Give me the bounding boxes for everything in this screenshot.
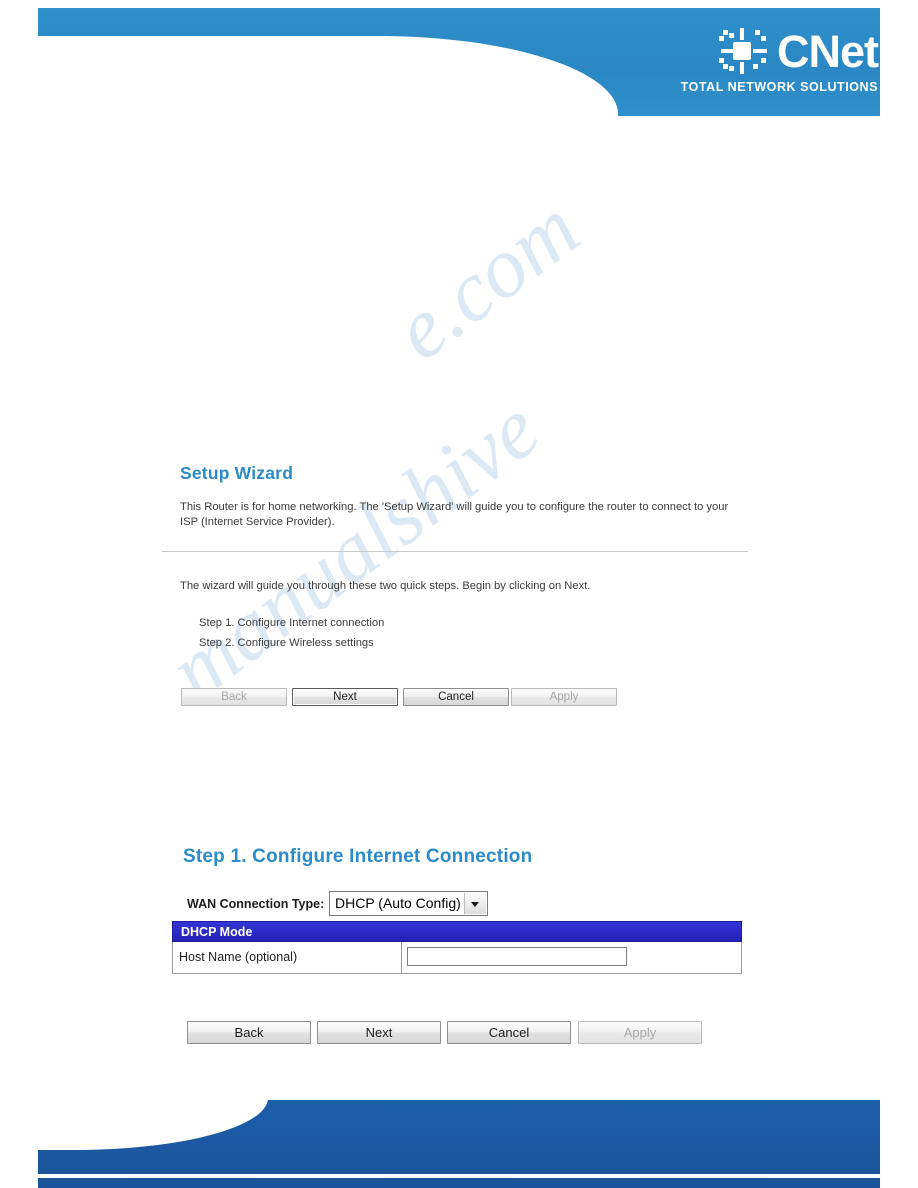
page-header: CNet TOTAL NETWORK SOLUTIONS [0, 0, 918, 125]
cnet-logo-mark-icon [718, 28, 771, 74]
footer-white-gap [38, 1174, 880, 1178]
wizard-apply-button[interactable]: Apply [511, 688, 617, 706]
watermark-overlay: e.com manualshive [0, 0, 918, 1188]
setup-wizard-intro: This Router is for home networking. The … [180, 501, 729, 528]
step1-apply-button[interactable]: Apply [578, 1021, 702, 1044]
step1-cancel-button[interactable]: Cancel [447, 1021, 571, 1044]
wan-connection-type-select[interactable]: DHCP (Auto Config) [329, 891, 488, 916]
chevron-down-icon[interactable] [464, 893, 486, 914]
host-name-label: Host Name (optional) [173, 942, 402, 973]
wizard-step-2-label: Step 2. Configure Wireless settings [199, 637, 374, 649]
section-divider [162, 551, 748, 552]
host-name-input[interactable] [407, 947, 627, 966]
wizard-cancel-button[interactable]: Cancel [403, 688, 509, 706]
setup-wizard-title: Setup Wizard [180, 463, 294, 483]
watermark-line-1: e.com [376, 179, 597, 379]
dhcp-mode-table: DHCP Mode Host Name (optional) [172, 921, 742, 974]
step1-back-button[interactable]: Back [187, 1021, 311, 1044]
brand-tagline: TOTAL NETWORK SOLUTIONS [680, 80, 878, 94]
brand-logo: CNet TOTAL NETWORK SOLUTIONS [680, 25, 879, 94]
wizard-step-1-label: Step 1. Configure Internet connection [199, 617, 385, 629]
host-name-cell [402, 942, 741, 973]
page-footer [0, 1088, 918, 1188]
wan-connection-type-label: WAN Connection Type: [187, 897, 325, 911]
header-left-margin [0, 0, 38, 125]
wan-connection-type-value: DHCP (Auto Config) [335, 895, 461, 911]
watermark-line-2: manualshive [151, 379, 557, 719]
step1-title: Step 1. Configure Internet Connection [183, 846, 533, 867]
wizard-lead-text: The wizard will guide you through these … [180, 580, 591, 592]
step1-next-button[interactable]: Next [317, 1021, 441, 1044]
table-row: Host Name (optional) [172, 942, 742, 974]
wizard-back-button[interactable]: Back [181, 688, 287, 706]
wizard-next-button[interactable]: Next [292, 688, 398, 706]
dhcp-mode-table-header: DHCP Mode [172, 921, 742, 942]
header-right-margin [880, 0, 918, 125]
brand-name: CNet [776, 25, 879, 77]
